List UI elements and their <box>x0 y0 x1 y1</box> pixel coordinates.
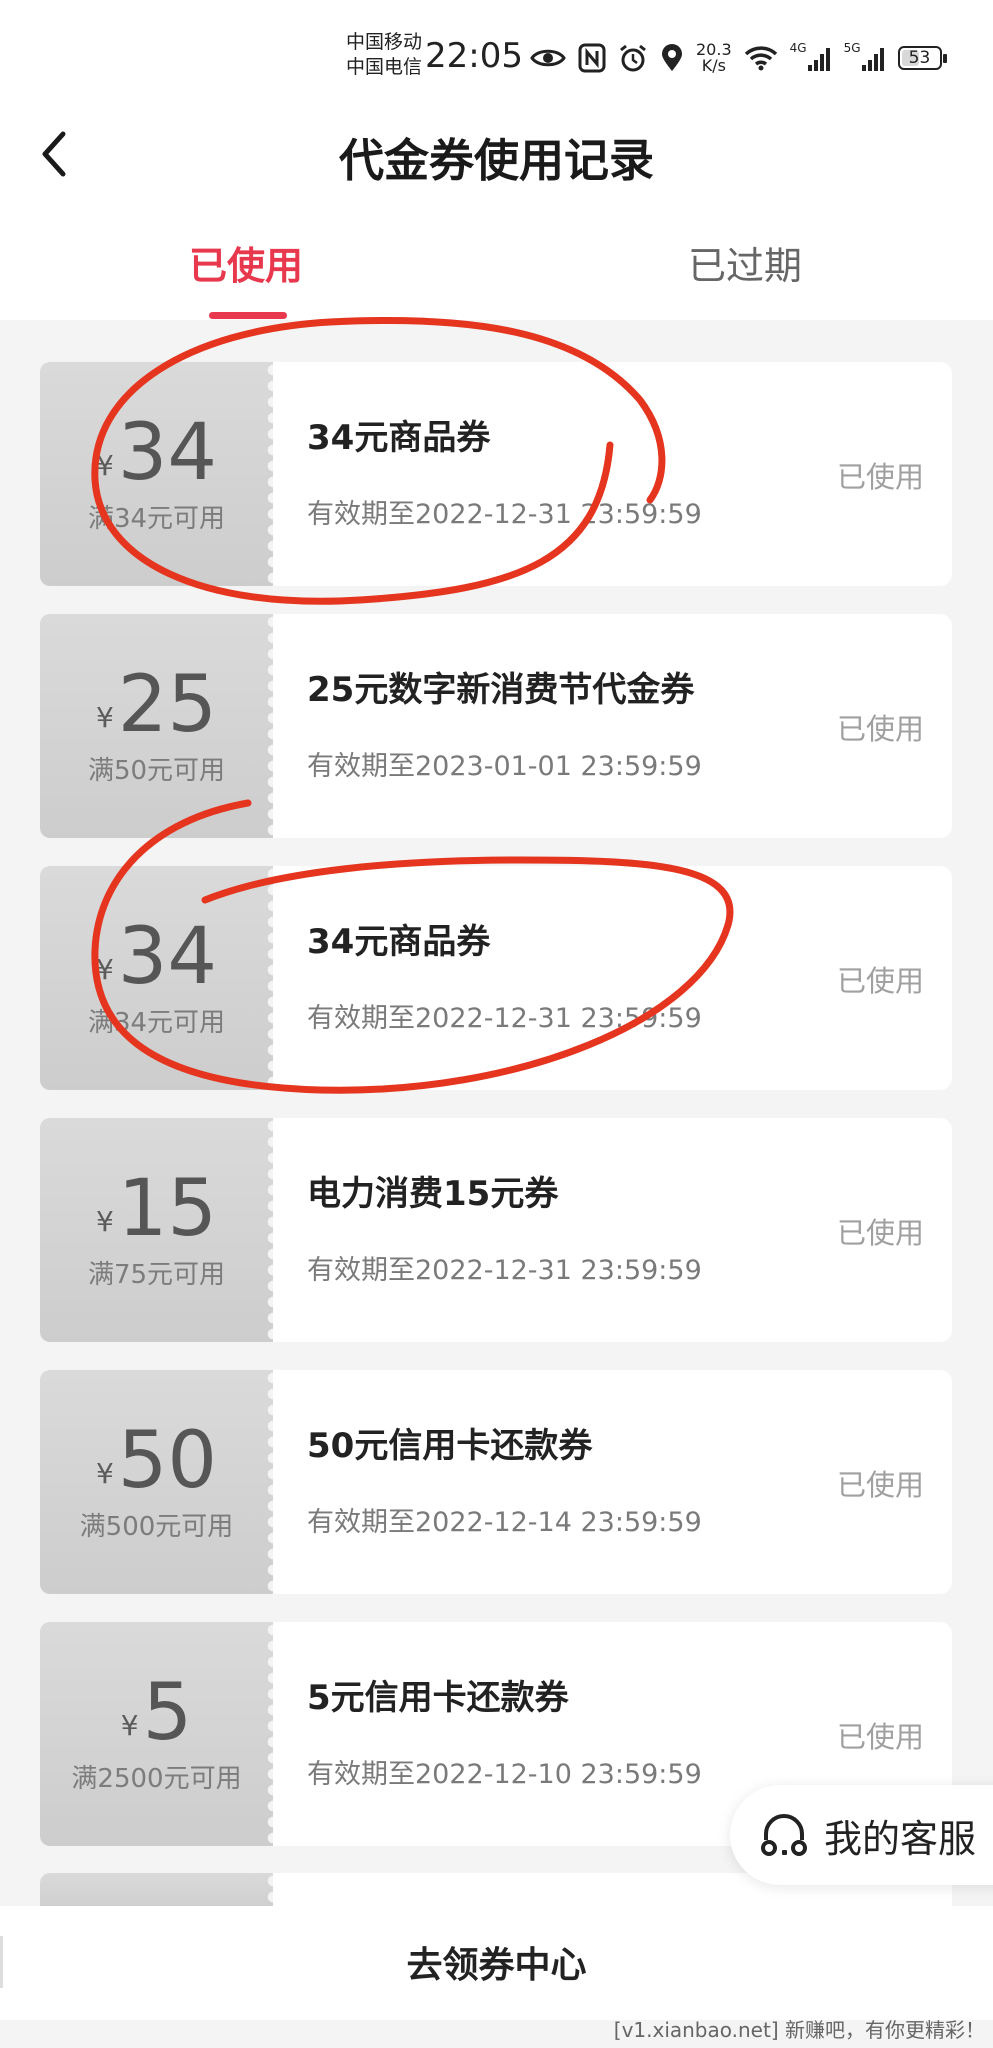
customer-service-button[interactable]: 我的客服 <box>730 1785 993 1885</box>
currency-symbol: ¥ <box>95 1204 114 1238</box>
coupon-name: 34元商品券 <box>307 418 491 458</box>
signal-icon: 4G <box>790 41 832 71</box>
coupon-info: 50元信用卡还款券 有效期至2022-12-14 23:59:59 已使用 <box>273 1370 952 1594</box>
coupon-status: 已使用 <box>836 712 924 746</box>
bottom-bar: 去领券中心 <box>0 1906 993 2020</box>
signal-2-label: 5G <box>843 41 861 55</box>
coupon-validity: 有效期至2023-01-01 23:59:59 <box>307 751 702 782</box>
currency-symbol: ¥ <box>95 952 114 986</box>
coupon-info: 34元商品券 有效期至2022-12-31 23:59:59 已使用 <box>273 362 952 586</box>
battery-icon: 53 <box>897 46 947 70</box>
coupon-validity: 有效期至2022-12-31 23:59:59 <box>307 1003 702 1034</box>
coupon-card[interactable]: ¥ 34 满34元可用 34元商品券 有效期至2022-12-31 23:59:… <box>40 866 952 1090</box>
coupon-info: 34元商品券 有效期至2022-12-31 23:59:59 已使用 <box>273 866 952 1090</box>
coupon-card[interactable]: ¥ 25 满50元可用 25元数字新消费节代金券 有效期至2023-01-01 … <box>40 614 952 838</box>
coupon-value-panel: ¥ 15 满75元可用 <box>40 1118 281 1342</box>
coupon-amount: 15 <box>117 1163 218 1254</box>
coupon-name: 电力消费15元券 <box>307 1174 559 1214</box>
coupon-condition: 满500元可用 <box>79 1511 234 1542</box>
battery-percent: 53 <box>908 48 931 68</box>
currency-symbol: ¥ <box>120 1708 139 1742</box>
watermark: [v1.xianbao.net] 新赚吧，有你更精彩！ <box>613 2018 985 2042</box>
status-time: 22:05 <box>425 36 523 76</box>
carrier-info: 中国移动 中国电信 <box>346 30 422 80</box>
coupon-status: 已使用 <box>836 1216 924 1250</box>
status-bar: 中国移动 中国电信 22:05 20.3 K/s 4G 5G 53 <box>0 0 993 100</box>
header: 代金券使用记录 已使用 已过期 <box>0 100 993 320</box>
currency-symbol: ¥ <box>95 1456 114 1490</box>
coupon-condition: 满2500元可用 <box>71 1763 242 1794</box>
page-title: 代金券使用记录 <box>338 134 654 187</box>
headset-icon <box>761 1814 807 1856</box>
coupon-condition: 满34元可用 <box>87 1007 226 1038</box>
coupon-validity: 有效期至2022-12-10 23:59:59 <box>307 1759 702 1790</box>
alarm-icon <box>618 43 648 73</box>
coupon-name: 25元数字新消费节代金券 <box>307 670 695 710</box>
coupon-validity: 有效期至2022-12-31 23:59:59 <box>307 499 702 530</box>
coupon-condition: 满50元可用 <box>87 755 226 786</box>
net-speed: 20.3 K/s <box>696 42 732 74</box>
coupon-status: 已使用 <box>836 1468 924 1502</box>
tab-used[interactable]: 已使用 <box>96 235 396 290</box>
coupon-amount: 34 <box>117 407 218 498</box>
coupon-condition: 满75元可用 <box>87 1259 226 1290</box>
coupon-validity: 有效期至2022-12-14 23:59:59 <box>307 1507 702 1538</box>
coupon-info: 电力消费15元券 有效期至2022-12-31 23:59:59 已使用 <box>273 1118 952 1342</box>
coupon-value-panel: ¥ 34 满34元可用 <box>40 362 281 586</box>
coupon-amount: 34 <box>117 911 218 1002</box>
nfc-icon <box>578 43 606 73</box>
coupon-amount: 25 <box>117 659 218 750</box>
coupon-value-panel: ¥ 5 满2500元可用 <box>40 1622 281 1846</box>
coupon-condition: 满34元可用 <box>87 503 226 534</box>
coupon-card[interactable]: ¥ 50 满500元可用 50元信用卡还款券 有效期至2022-12-14 23… <box>40 1370 952 1594</box>
currency-symbol: ¥ <box>95 448 114 482</box>
coupon-card[interactable]: ¥ 34 满34元可用 34元商品券 有效期至2022-12-31 23:59:… <box>40 362 952 586</box>
carrier-2: 中国电信 <box>346 56 423 78</box>
coupon-name: 34元商品券 <box>307 922 491 962</box>
tab-expired[interactable]: 已过期 <box>595 235 895 290</box>
active-tab-indicator <box>209 312 287 319</box>
coupon-name: 50元信用卡还款券 <box>307 1426 593 1466</box>
carrier-1: 中国移动 <box>346 31 423 53</box>
signal-1-label: 4G <box>789 41 807 55</box>
coupon-card[interactable]: ¥ 15 满75元可用 电力消费15元券 有效期至2022-12-31 23:5… <box>40 1118 952 1342</box>
coupon-value-panel: ¥ 50 满500元可用 <box>40 1370 281 1594</box>
eye-icon <box>530 46 566 70</box>
wifi-icon <box>744 45 778 71</box>
coupon-status: 已使用 <box>836 460 924 494</box>
customer-service-label: 我的客服 <box>824 1816 977 1861</box>
currency-symbol: ¥ <box>95 700 114 734</box>
coupon-name: 5元信用卡还款券 <box>307 1678 569 1718</box>
coupon-value-panel: ¥ 34 满34元可用 <box>40 866 281 1090</box>
coupon-center-link[interactable]: 去领券中心 <box>0 1936 993 1988</box>
net-speed-unit: K/s <box>701 56 726 75</box>
coupon-info: 25元数字新消费节代金券 有效期至2023-01-01 23:59:59 已使用 <box>273 614 952 838</box>
signal-icon: 5G <box>844 41 886 71</box>
coupon-status: 已使用 <box>836 964 924 998</box>
coupon-status: 已使用 <box>836 1720 924 1754</box>
coupon-amount: 5 <box>142 1667 193 1758</box>
coupon-value-panel: ¥ 25 满50元可用 <box>40 614 281 838</box>
coupon-amount: 50 <box>117 1415 218 1506</box>
coupon-validity: 有效期至2022-12-31 23:59:59 <box>307 1255 702 1286</box>
location-icon <box>660 43 684 73</box>
status-icons: 20.3 K/s 4G 5G 53 <box>530 36 947 80</box>
